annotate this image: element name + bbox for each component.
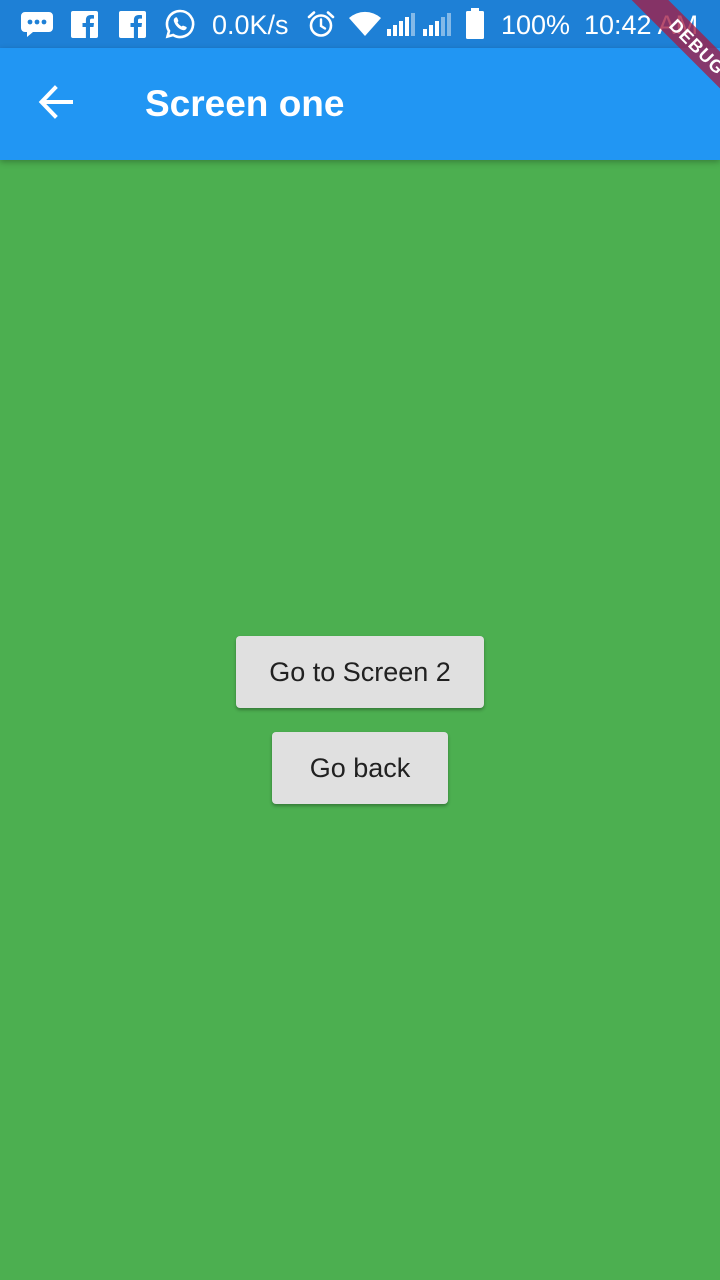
page-title: Screen one <box>145 83 345 124</box>
sms-icon <box>18 0 56 48</box>
clock: 10:42 AM <box>584 10 699 40</box>
go-to-screen-2-button[interactable]: Go to Screen 2 <box>236 636 484 708</box>
wifi-icon <box>347 0 383 48</box>
network-speed: 0.0K/s <box>212 10 289 40</box>
battery-icon <box>463 0 487 48</box>
facebook-icon <box>70 0 98 48</box>
whatsapp-icon <box>162 0 198 48</box>
go-back-button[interactable]: Go back <box>272 732 448 804</box>
facebook-icon <box>118 0 146 48</box>
alarm-icon <box>305 0 337 48</box>
arrow-back-icon <box>38 84 74 125</box>
status-bar: 0.0K/s 100% 10:42 AM <box>0 0 720 48</box>
signal-icon <box>384 0 418 48</box>
battery-percent: 100% <box>501 10 571 40</box>
back-button[interactable] <box>20 68 92 140</box>
signal-icon <box>420 0 454 48</box>
app-bar: Screen one <box>0 48 720 160</box>
